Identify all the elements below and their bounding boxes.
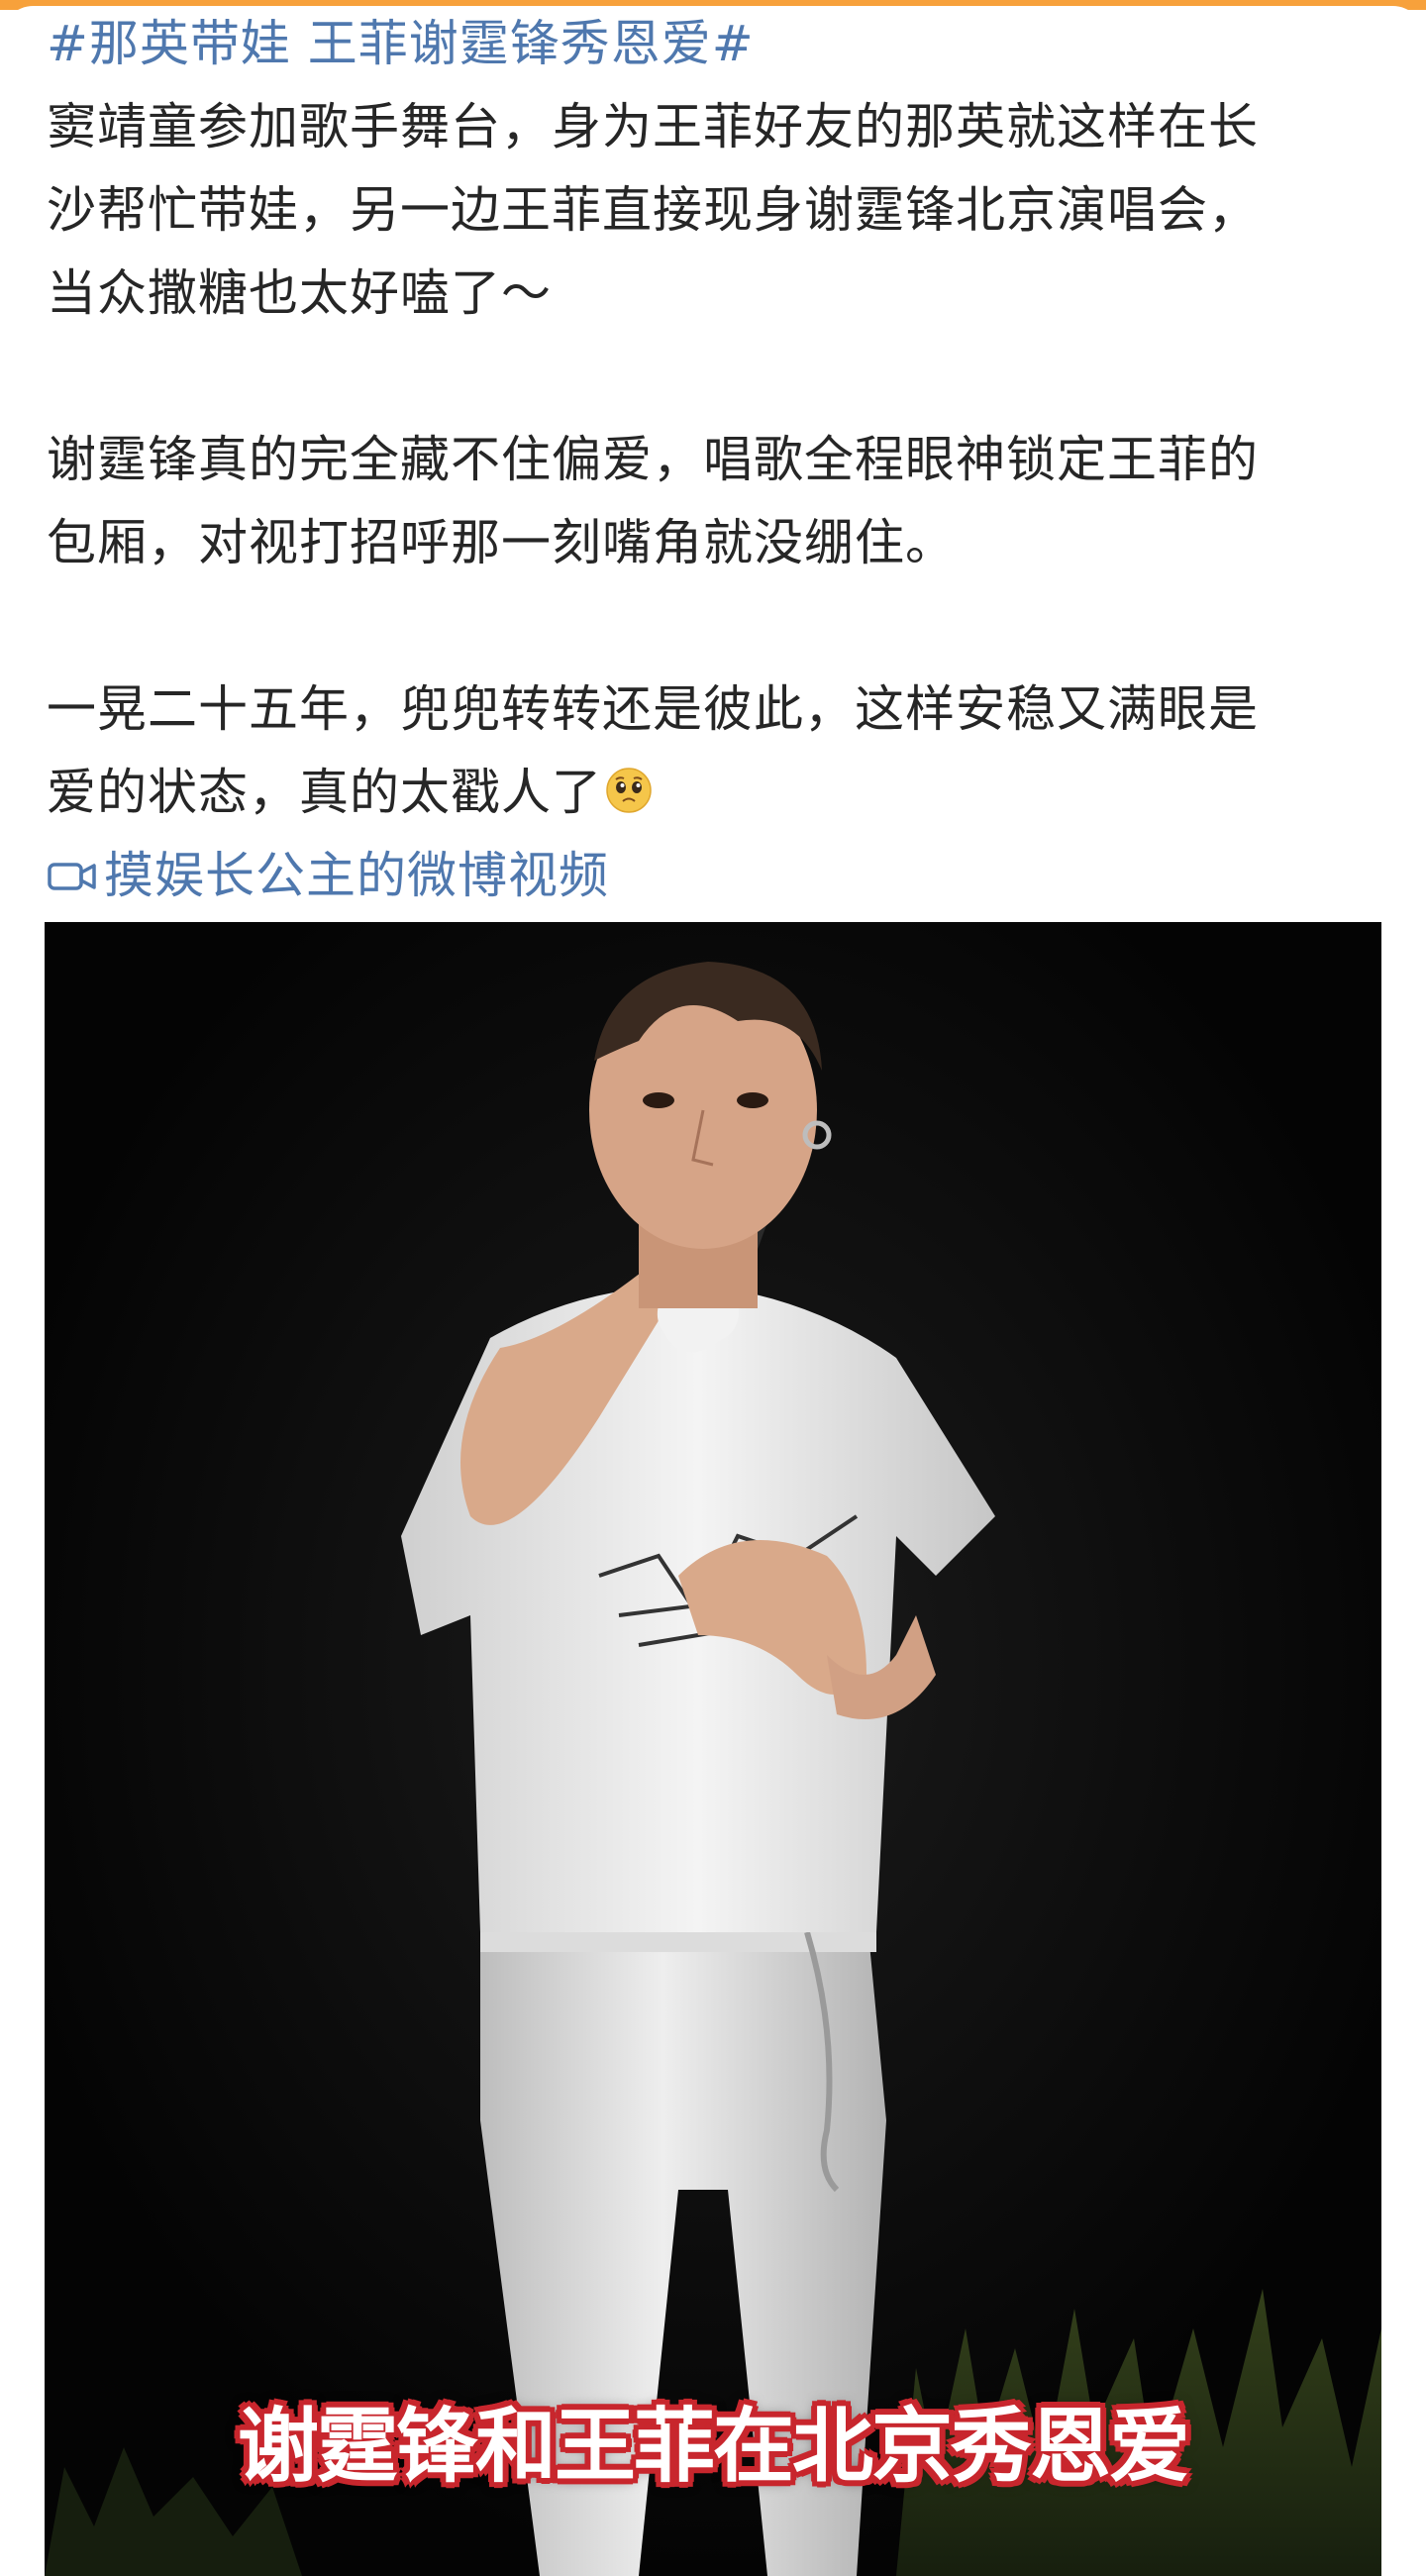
- pleading-face-emoji-icon: [606, 768, 652, 813]
- post-body: #那英带娃 王菲谢霆锋秀恩爱# 窦靖童参加歌手舞台，身为王菲好友的那英就这样在长…: [47, 2, 1393, 917]
- paragraph-line-text: 爱的状态，真的太戳人了: [47, 764, 602, 821]
- video-player[interactable]: 谢霆锋和王菲在北京秀恩爱: [45, 922, 1381, 2576]
- video-source-link[interactable]: 摸娱长公主的微博视频: [47, 834, 1393, 917]
- topic-hashtag-link[interactable]: #那英带娃 王菲谢霆锋秀恩爱#: [47, 2, 1393, 85]
- paragraph-line: 沙帮忙带娃，另一边王菲直接现身谢霆锋北京演唱会，: [47, 181, 1259, 239]
- paragraph-line: 一晃二十五年，兜兜转转还是彼此，这样安稳又满眼是: [47, 680, 1259, 738]
- paragraph-line: 包厢，对视打招呼那一刻嘴角就没绷住。: [47, 514, 956, 571]
- video-source-label: 摸娱长公主的微博视频: [104, 847, 609, 904]
- paragraph-2: 谢霆锋真的完全藏不住偏爱，唱歌全程眼神锁定王菲的 包厢，对视打招呼那一刻嘴角就没…: [47, 418, 1393, 584]
- paragraph-1: 窦靖童参加歌手舞台，身为王菲好友的那英就这样在长 沙帮忙带娃，另一边王菲直接现身…: [47, 85, 1393, 335]
- video-frame-image: [45, 922, 1381, 2576]
- paragraph-line: 当众撒糖也太好嗑了～: [47, 264, 552, 322]
- video-caption: 谢霆锋和王菲在北京秀恩爱: [237, 2400, 1190, 2494]
- paragraph-3: 一晃二十五年，兜兜转转还是彼此，这样安稳又满眼是 爱的状态，真的太戳人了: [47, 668, 1393, 834]
- paragraph-line: 窦靖童参加歌手舞台，身为王菲好友的那英就这样在长: [47, 98, 1259, 155]
- video-camera-icon: [48, 863, 96, 890]
- paragraph-line-with-emoji: 爱的状态，真的太戳人了: [47, 751, 1393, 834]
- paragraph-line: 谢霆锋真的完全藏不住偏爱，唱歌全程眼神锁定王菲的: [47, 431, 1259, 488]
